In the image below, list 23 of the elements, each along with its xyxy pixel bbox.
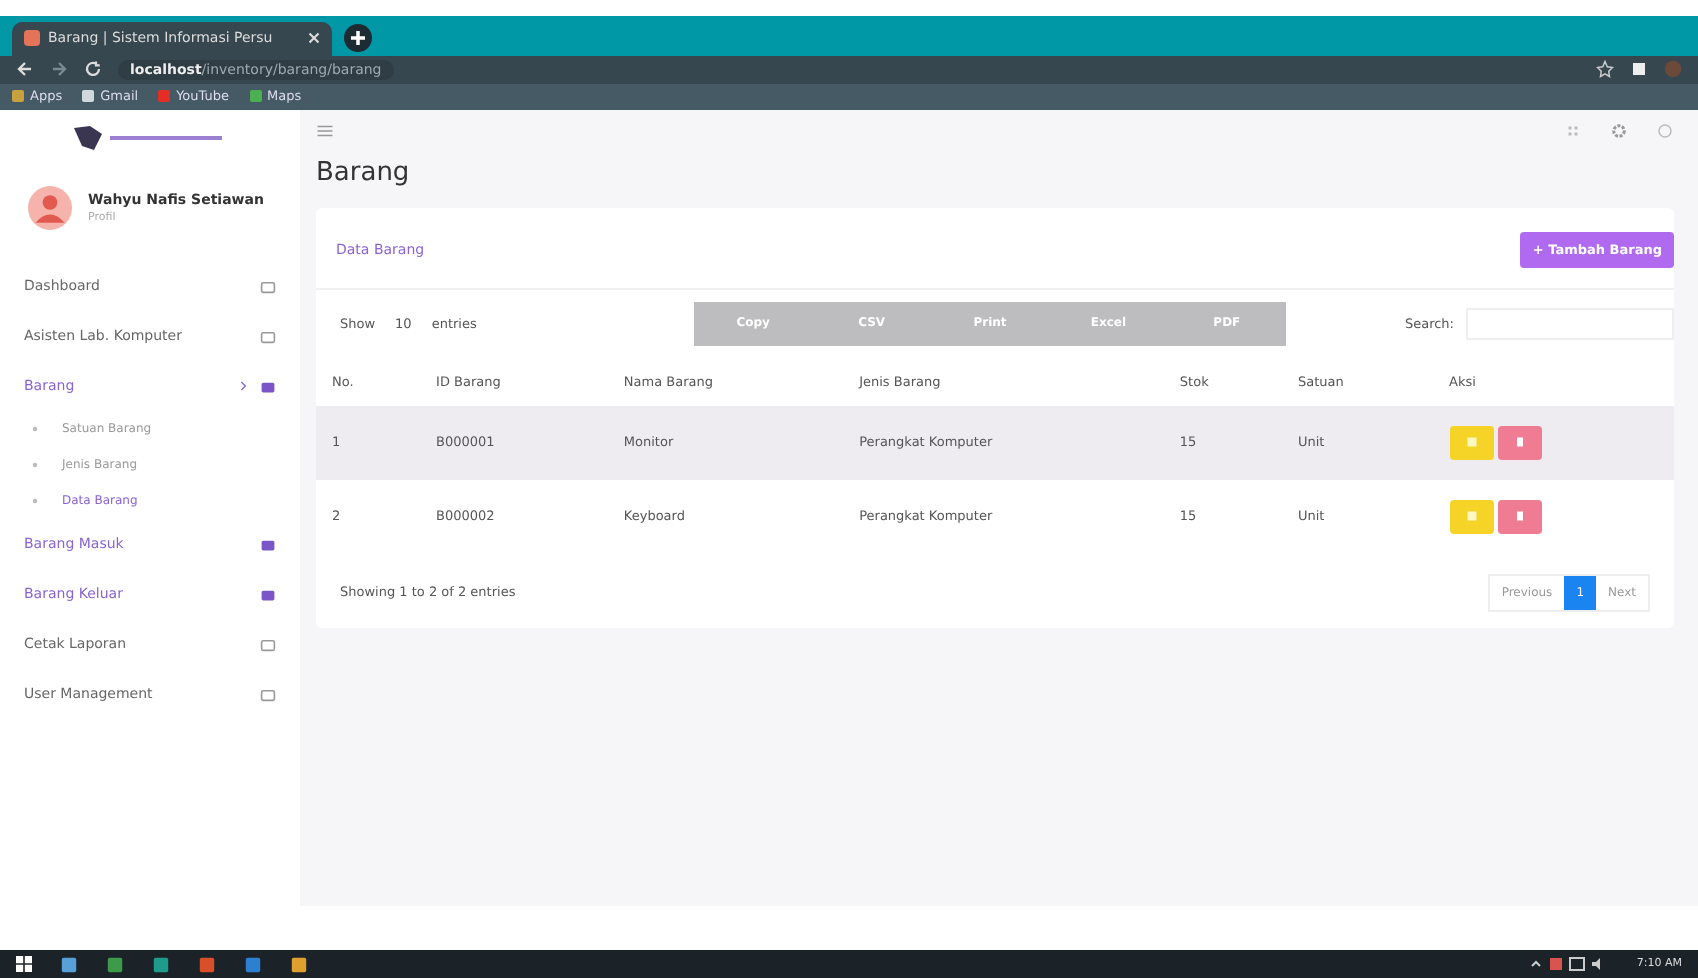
bullet-icon	[32, 498, 38, 505]
new-tab-icon[interactable]	[344, 23, 372, 52]
edit-icon	[1465, 436, 1478, 449]
taskbar-app-icon[interactable]	[152, 955, 170, 974]
delete-button[interactable]	[1497, 499, 1542, 534]
taskbar-app-icon[interactable]	[290, 955, 308, 974]
bullet-icon	[32, 462, 38, 469]
edit-icon	[1465, 510, 1478, 523]
taskbar-app-icon[interactable]	[106, 955, 124, 974]
favicon-icon	[24, 30, 40, 47]
chevron-icon	[240, 380, 248, 393]
taskbar-app-icon[interactable]	[198, 955, 216, 974]
back-icon[interactable]	[16, 60, 34, 79]
bullet-icon	[32, 426, 38, 433]
taskbar-app-icon[interactable]	[244, 955, 262, 974]
windows-start-icon[interactable]	[16, 956, 32, 973]
forward-icon[interactable]	[50, 60, 68, 79]
avatar-icon	[28, 185, 72, 230]
close-icon[interactable]	[308, 32, 320, 45]
page-title: Barang	[316, 157, 412, 188]
taskbar-app-icon[interactable]	[60, 955, 78, 974]
reload-icon[interactable]	[84, 60, 102, 79]
delete-button[interactable]	[1497, 425, 1542, 460]
